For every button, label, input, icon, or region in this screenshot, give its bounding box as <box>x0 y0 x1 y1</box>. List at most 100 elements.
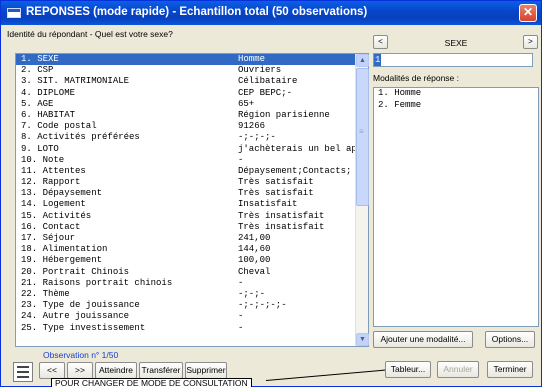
list-item[interactable]: 17. Séjour 241,00 <box>16 233 356 244</box>
variable-label: 8. Activités préférées <box>21 132 140 143</box>
vertical-scrollbar[interactable]: ▲ ▼ <box>355 54 369 346</box>
tooltip-pointer <box>265 369 386 381</box>
response-value: 100,00 <box>238 255 271 266</box>
response-value: Très satisfait <box>238 188 314 199</box>
list-item[interactable]: 23. Type de jouissance -;-;-;-;- <box>16 300 356 311</box>
list-item[interactable]: 6. HABITAT Région parisienne <box>16 110 356 121</box>
variable-label: 22. Thème <box>21 288 70 299</box>
variable-label: 24. Autre jouissance <box>21 311 130 322</box>
response-value: CEP BEPC;- <box>238 87 293 98</box>
list-item[interactable]: 14. Logement Insatisfait <box>16 199 356 210</box>
response-value: -;-;- <box>238 288 266 299</box>
responses-window: REPONSES (mode rapide) - Echantillon tot… <box>0 0 542 387</box>
list-item[interactable]: 22. Thème -;-;- <box>16 289 356 300</box>
list-item[interactable]: 15. Activités Très insatisfait <box>16 211 356 222</box>
response-value: -;-;-;- <box>238 132 276 143</box>
response-value: 241,00 <box>238 233 271 243</box>
window-title: REPONSES (mode rapide) - Echantillon tot… <box>26 6 368 18</box>
response-value: Très insatisfait <box>238 210 325 221</box>
list-item[interactable]: 3. SIT. MATRIMONIALE Célibataire <box>16 76 356 87</box>
observation-counter: Observation n° 1/50 <box>43 350 119 360</box>
response-value: - <box>238 154 244 165</box>
list-item[interactable]: 18. Alimentation 144,60 <box>16 244 356 255</box>
title-bar[interactable]: REPONSES (mode rapide) - Echantillon tot… <box>1 1 541 25</box>
response-value: - <box>238 277 244 288</box>
add-modality-button[interactable]: Ajouter une modalité... <box>373 331 473 348</box>
response-value: - <box>238 311 244 322</box>
responses-list[interactable]: 1. SEXE Homme 2. CSP Ouvriers 3. SIT. MATRIM… <box>15 53 369 347</box>
variable-label: 21. Raisons portrait chinois <box>21 277 173 288</box>
spreadsheet-button[interactable]: Tableur... <box>385 361 431 378</box>
variable-label: 9. LOTO <box>21 143 59 154</box>
response-value: j'achèterais un bel appartement <box>238 143 356 154</box>
variable-label: 18. Alimentation <box>21 244 108 255</box>
previous-variable-button[interactable]: < <box>373 35 388 49</box>
variable-label: 16. Contact <box>21 221 81 232</box>
response-value: Très satisfait <box>238 177 314 188</box>
variable-label: 19. Hébergement <box>21 255 103 266</box>
variable-label: 1. SEXE <box>21 54 59 64</box>
list-item[interactable]: 24. Autre jouissance - <box>16 311 356 322</box>
response-value: Région parisienne <box>238 109 330 120</box>
delete-button[interactable]: Supprimer <box>185 362 227 379</box>
list-item[interactable]: 10. Note - <box>16 155 356 166</box>
variable-label: 11. Attentes <box>21 165 86 176</box>
list-item[interactable]: 11. Attentes Dépaysement;Contacts; <box>16 166 356 177</box>
window-icon <box>7 8 21 18</box>
variable-label: 12. Rapport <box>21 177 81 188</box>
response-value: Homme <box>238 54 266 64</box>
list-item[interactable]: 20. Portrait Chinois Cheval <box>16 267 356 278</box>
reach-button[interactable]: Atteindre <box>95 362 137 379</box>
scroll-thumb[interactable] <box>356 68 369 206</box>
close-button[interactable]: ✕ <box>519 4 537 22</box>
next-observation-button[interactable]: >> <box>67 362 93 379</box>
variable-label: 14. Logement <box>21 199 86 210</box>
list-item[interactable]: 25. Type investissement - <box>16 323 356 334</box>
variable-name: SEXE <box>444 38 468 48</box>
list-item[interactable]: 7. Code postal 91266 <box>16 121 356 132</box>
mode-tooltip: POUR CHANGER DE MODE DE CONSULTATION <box>51 378 252 387</box>
response-value: 65+ <box>238 98 255 109</box>
response-value: Ouvriers <box>238 65 282 76</box>
finish-button[interactable]: Terminer <box>487 361 533 378</box>
list-item[interactable]: 4. DIPLOME CEP BEPC;- <box>16 88 356 99</box>
response-value: 91266 <box>238 121 266 132</box>
response-value: Cheval <box>238 266 271 277</box>
options-button[interactable]: Options... <box>485 331 535 348</box>
consultation-mode-icon[interactable] <box>13 362 33 382</box>
variable-label: 15. Activités <box>21 210 92 221</box>
variable-label: 3. SIT. MATRIMONIALE <box>21 76 130 87</box>
modality-item[interactable]: 2. Femme <box>374 100 538 112</box>
variable-number: 1 <box>374 54 382 66</box>
previous-observation-button[interactable]: << <box>39 362 65 379</box>
list-item[interactable]: 16. Contact Très insatisfait <box>16 222 356 233</box>
list-item[interactable]: 1. SEXE Homme <box>16 54 356 66</box>
response-value: Célibataire <box>238 76 298 87</box>
variable-label: 20. Portrait Chinois <box>21 266 130 277</box>
variable-label: 17. Séjour <box>21 233 76 243</box>
modality-item[interactable]: 1. Homme <box>374 88 538 100</box>
variable-number-field[interactable]: 1 <box>373 53 533 67</box>
scroll-up-icon[interactable]: ▲ <box>356 54 369 67</box>
list-item[interactable]: 19. Hébergement 100,00 <box>16 255 356 266</box>
modalities-title: Modalités de réponse : <box>373 73 459 83</box>
scroll-down-icon[interactable]: ▼ <box>356 333 369 346</box>
list-item[interactable]: 2. CSP Ouvriers <box>16 65 356 76</box>
list-item[interactable]: 21. Raisons portrait chinois - <box>16 278 356 289</box>
list-item[interactable]: 13. Dépaysement Très satisfait <box>16 188 356 199</box>
list-item[interactable]: 5. AGE 65+ <box>16 99 356 110</box>
response-value: -;-;-;-;- <box>238 300 287 311</box>
responses-rows: 1. SEXE Homme 2. CSP Ouvriers 3. SIT. MATRIM… <box>16 54 356 346</box>
next-variable-button[interactable]: > <box>523 35 538 49</box>
list-item[interactable]: 8. Activités préférées -;-;-;- <box>16 132 356 143</box>
list-item[interactable]: 12. Rapport Très satisfait <box>16 177 356 188</box>
variable-label: 7. Code postal <box>21 121 97 132</box>
transfer-button[interactable]: Transférer <box>139 362 183 379</box>
modalities-list[interactable]: 1. Homme 2. Femme <box>373 87 539 327</box>
cancel-button[interactable]: Annuler <box>437 361 479 378</box>
variable-label: 5. AGE <box>21 98 54 109</box>
list-item[interactable]: 9. LOTO j'achèterais un bel appartement <box>16 144 356 155</box>
variable-label: 4. DIPLOME <box>21 87 76 98</box>
variable-label: 10. Note <box>21 154 65 165</box>
variable-label: 23. Type de jouissance <box>21 300 140 311</box>
